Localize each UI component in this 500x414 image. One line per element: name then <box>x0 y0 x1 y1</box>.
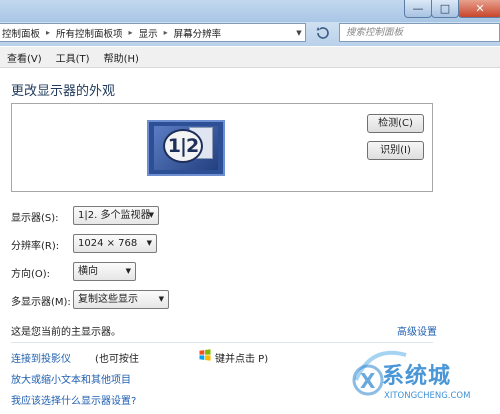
breadcrumb[interactable]: 控制面板 ▸ 所有控制面板项 ▸ 显示 ▸ 屏幕分辨率 ▼ <box>0 23 306 42</box>
breadcrumb-separator-icon[interactable]: ▸ <box>160 28 172 37</box>
detect-button[interactable]: 检测(C) <box>367 114 424 133</box>
search-input[interactable]: 搜索控制面板 <box>339 23 500 42</box>
enlarge-text-link[interactable]: 放大或缩小文本和其他项目 <box>11 371 131 386</box>
orientation-select-value: 横向 <box>78 266 98 277</box>
breadcrumb-screen-resolution[interactable]: 屏幕分辨率 <box>172 26 224 40</box>
which-settings-link[interactable]: 我应该选择什么显示器设置? <box>11 392 136 407</box>
primary-display-note: 这是您当前的主显示器。 <box>11 327 121 338</box>
advanced-settings-link[interactable]: 高级设置 <box>397 323 437 338</box>
orientation-label: 方向(O): <box>11 269 51 280</box>
chevron-down-icon: ▼ <box>146 239 152 247</box>
chevron-down-icon[interactable]: ▼ <box>294 26 304 40</box>
connect-projector-link[interactable]: 连接到投影仪 <box>11 350 71 365</box>
resolution-label: 分辨率(R): <box>11 241 60 252</box>
watermark-text: 系统城 <box>382 364 452 389</box>
resolution-select-value: 1024 × 768 <box>78 238 138 249</box>
close-icon: ✕ <box>475 2 485 15</box>
minimize-button[interactable]: — <box>404 0 432 18</box>
menu-tools[interactable]: 工具(T) <box>49 50 97 65</box>
multi-display-select[interactable]: 复制这些显示 ▼ <box>73 290 169 309</box>
minimize-icon: — <box>412 2 424 15</box>
monitor-preview-panel: 1|2 检测(C) 识别(I) <box>11 103 433 192</box>
display-label: 显示器(S): <box>11 213 59 224</box>
breadcrumb-separator-icon[interactable]: ▸ <box>125 28 137 37</box>
projector-hint-text: (也可按住 <box>95 354 139 365</box>
window-title-bar: — □ ✕ <box>0 0 500 22</box>
page-title: 更改显示器的外观 <box>11 84 116 99</box>
breadcrumb-separator-icon[interactable]: ▸ <box>42 28 54 37</box>
chevron-down-icon: ▼ <box>158 295 164 303</box>
windows-logo-icon <box>199 349 211 361</box>
maximize-icon: □ <box>439 2 451 15</box>
close-button[interactable]: ✕ <box>458 0 500 18</box>
address-bar-area: 控制面板 ▸ 所有控制面板项 ▸ 显示 ▸ 屏幕分辨率 ▼ 搜索控制面板 <box>0 22 500 46</box>
monitor-icon[interactable]: 1|2 <box>147 120 225 176</box>
menu-help[interactable]: 帮助(H) <box>97 50 146 65</box>
chevron-down-icon: ▼ <box>148 211 154 219</box>
display-select[interactable]: 1|2. 多个监视器 ▼ <box>73 206 159 225</box>
projector-key-hint: 键并点击 P) <box>215 354 269 365</box>
menu-bar: 查看(V) 工具(T) 帮助(H) <box>0 47 500 68</box>
refresh-icon[interactable] <box>313 26 333 42</box>
svg-text:X: X <box>360 369 376 393</box>
breadcrumb-display[interactable]: 显示 <box>137 26 160 40</box>
monitor-number-label: 1|2 <box>163 129 203 163</box>
identify-button[interactable]: 识别(I) <box>367 141 424 160</box>
multi-display-select-value: 复制这些显示 <box>78 294 138 305</box>
orientation-select[interactable]: 横向 ▼ <box>73 262 136 281</box>
maximize-button[interactable]: □ <box>431 0 459 18</box>
chevron-down-icon: ▼ <box>125 267 131 275</box>
multi-display-label: 多显示器(M): <box>11 297 71 308</box>
watermark-url: XITONGCHENG.COM <box>384 391 471 401</box>
breadcrumb-all-items[interactable]: 所有控制面板项 <box>54 26 125 40</box>
menu-view[interactable]: 查看(V) <box>0 50 49 65</box>
breadcrumb-control-panel[interactable]: 控制面板 <box>0 26 42 40</box>
display-select-value: 1|2. 多个监视器 <box>78 210 151 221</box>
resolution-select[interactable]: 1024 × 768 ▼ <box>73 234 157 253</box>
